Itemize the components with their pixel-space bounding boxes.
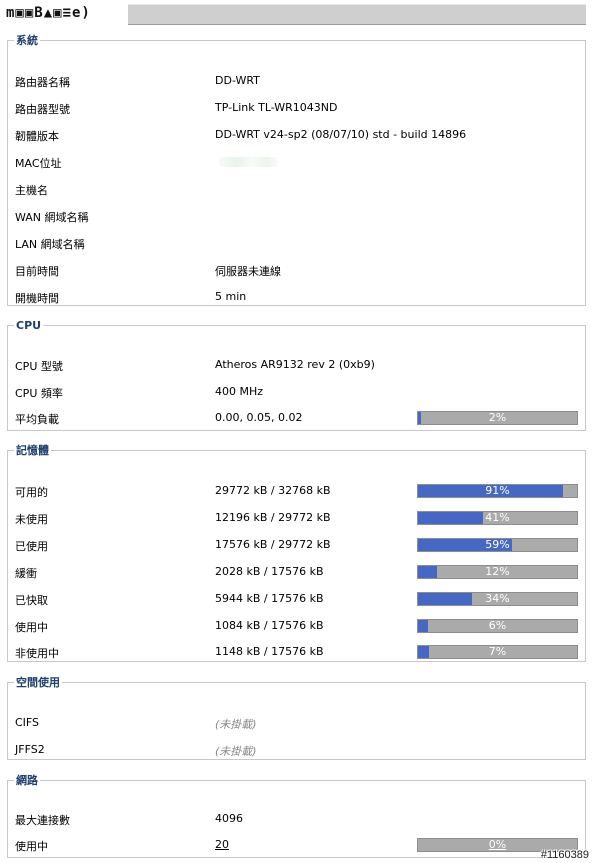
logo-text: m▣▣B▲▣≡e) xyxy=(6,5,91,21)
mem-total-label: 可用的 xyxy=(15,486,48,499)
mac-value-redacted xyxy=(219,157,279,167)
current-time-label: 目前時間 xyxy=(15,265,59,278)
mem-active-value: 1084 kB / 17576 kB xyxy=(215,619,324,632)
router-model-value: TP-Link TL-WR1043ND xyxy=(215,101,338,114)
space-usage-section: 空間使用 CIFS (未掛載) JFFS2 (未掛載) xyxy=(7,674,586,760)
cpu-title: CPU xyxy=(16,319,42,332)
uptime-label: 開機時間 xyxy=(15,292,59,305)
mem-inactive-value: 1148 kB / 17576 kB xyxy=(215,645,324,658)
mem-cached-percent: 34% xyxy=(485,592,510,605)
mem-buffers-bar: 12% xyxy=(417,565,578,579)
load-avg-value: 0.00, 0.05, 0.02 xyxy=(215,411,303,424)
cpu-model-value: Atheros AR9132 rev 2 (0xb9) xyxy=(215,358,375,371)
uptime-value: 5 min xyxy=(215,290,247,303)
mem-inactive-label: 非使用中 xyxy=(15,647,59,660)
lan-domain-row: LAN 網域名稱 xyxy=(15,236,580,252)
firmware-row: 韌體版本 DD-WRT v24-sp2 (08/07/10) std - bui… xyxy=(15,128,580,144)
cifs-label: CIFS xyxy=(15,716,40,729)
mem-free-percent: 41% xyxy=(485,511,510,524)
mem-used-bar: 59% xyxy=(417,538,578,552)
mem-free-label: 未使用 xyxy=(15,513,48,526)
mem-used-row: 已使用 17576 kB / 29772 kB 59% xyxy=(15,538,580,554)
router-model-label: 路由器型號 xyxy=(15,103,70,116)
active-connections-row: 使用中 20 0% xyxy=(15,838,580,854)
header-bar: m▣▣B▲▣≡e) xyxy=(4,4,586,25)
network-title: 網路 xyxy=(16,774,38,787)
firmware-value: DD-WRT v24-sp2 (08/07/10) std - build 14… xyxy=(215,128,467,141)
router-name-label: 路由器名稱 xyxy=(15,76,70,89)
max-connections-label: 最大連接數 xyxy=(15,814,70,827)
mem-cached-value: 5944 kB / 17576 kB xyxy=(215,592,324,605)
cpu-freq-label: CPU 頻率 xyxy=(15,387,63,400)
mem-active-bar: 6% xyxy=(417,619,578,633)
system-section: 系統 路由器名稱 DD-WRT 路由器型號 TP-Link TL-WR1043N… xyxy=(7,32,586,306)
mac-row: MAC位址 xyxy=(15,155,580,171)
mem-total-value: 29772 kB / 32768 kB xyxy=(215,484,331,497)
mem-free-row: 未使用 12196 kB / 29772 kB 41% xyxy=(15,511,580,527)
mac-label: MAC位址 xyxy=(15,157,62,170)
mem-free-value: 12196 kB / 29772 kB xyxy=(215,511,331,524)
mem-inactive-bar: 7% xyxy=(417,645,578,659)
router-model-row: 路由器型號 TP-Link TL-WR1043ND xyxy=(15,101,580,117)
mem-active-row: 使用中 1084 kB / 17576 kB 6% xyxy=(15,619,580,635)
mem-buffers-row: 緩衝 2028 kB / 17576 kB 12% xyxy=(15,565,580,581)
mem-total-row: 可用的 29772 kB / 32768 kB 91% xyxy=(15,484,580,500)
mem-total-bar: 91% xyxy=(417,484,578,498)
network-section: 網路 最大連接數 4096 使用中 20 0% xyxy=(7,772,586,858)
load-avg-percent: 2% xyxy=(488,411,507,424)
load-avg-row: 平均負載 0.00, 0.05, 0.02 2% xyxy=(15,411,580,427)
memory-title: 記憶體 xyxy=(16,444,49,457)
uptime-row: 開機時間 5 min xyxy=(15,290,580,306)
cpu-freq-row: CPU 頻率 400 MHz xyxy=(15,385,580,401)
active-connections-label: 使用中 xyxy=(15,840,48,853)
max-connections-value: 4096 xyxy=(215,812,243,825)
mem-active-label: 使用中 xyxy=(15,621,48,634)
wan-domain-row: WAN 網域名稱 xyxy=(15,209,580,225)
cifs-row: CIFS (未掛載) xyxy=(15,716,580,732)
watermark-id: #1160389 xyxy=(540,849,589,861)
cpu-model-label: CPU 型號 xyxy=(15,360,63,373)
mem-buffers-percent: 12% xyxy=(485,565,510,578)
memory-section: 記憶體 可用的 29772 kB / 32768 kB 91% 未使用 1219… xyxy=(7,442,586,662)
mem-cached-bar: 34% xyxy=(417,592,578,606)
mem-used-percent: 59% xyxy=(485,538,510,551)
current-time-row: 目前時間 伺服器未連線 xyxy=(15,263,580,279)
cifs-value: (未掛載) xyxy=(215,718,257,731)
mem-active-percent: 6% xyxy=(488,619,507,632)
cpu-section: CPU CPU 型號 Atheros AR9132 rev 2 (0xb9) C… xyxy=(7,319,586,431)
system-title: 系統 xyxy=(16,34,38,47)
jffs2-value: (未掛載) xyxy=(215,745,257,758)
cpu-freq-value: 400 MHz xyxy=(215,385,264,398)
mem-buffers-value: 2028 kB / 17576 kB xyxy=(215,565,324,578)
mem-total-percent: 91% xyxy=(485,484,510,497)
mem-cached-row: 已快取 5944 kB / 17576 kB 34% xyxy=(15,592,580,608)
router-name-row: 路由器名稱 DD-WRT xyxy=(15,74,580,90)
wan-domain-label: WAN 網域名稱 xyxy=(15,211,89,224)
mem-free-bar: 41% xyxy=(417,511,578,525)
mem-cached-label: 已快取 xyxy=(15,594,48,607)
mobile01-logo: m▣▣B▲▣≡e) xyxy=(4,4,128,25)
jffs2-row: JFFS2 (未掛載) xyxy=(15,743,580,759)
mem-used-value: 17576 kB / 29772 kB xyxy=(215,538,331,551)
firmware-label: 韌體版本 xyxy=(15,130,59,143)
space-usage-title: 空間使用 xyxy=(16,676,60,689)
cpu-model-row: CPU 型號 Atheros AR9132 rev 2 (0xb9) xyxy=(15,358,580,374)
jffs2-label: JFFS2 xyxy=(15,743,45,756)
hostname-row: 主機名 xyxy=(15,182,580,198)
router-name-value: DD-WRT xyxy=(215,74,260,87)
hostname-label: 主機名 xyxy=(15,184,48,197)
mem-inactive-percent: 7% xyxy=(488,645,507,658)
mem-inactive-row: 非使用中 1148 kB / 17576 kB 7% xyxy=(15,645,580,661)
max-connections-row: 最大連接數 4096 xyxy=(15,812,580,828)
load-avg-label: 平均負載 xyxy=(15,413,59,426)
lan-domain-label: LAN 網域名稱 xyxy=(15,238,85,251)
mem-buffers-label: 緩衝 xyxy=(15,567,37,580)
mem-used-label: 已使用 xyxy=(15,540,48,553)
load-avg-bar: 2% xyxy=(417,411,578,425)
current-time-value: 伺服器未連線 xyxy=(215,265,281,278)
active-connections-link[interactable]: 20 xyxy=(215,838,229,851)
